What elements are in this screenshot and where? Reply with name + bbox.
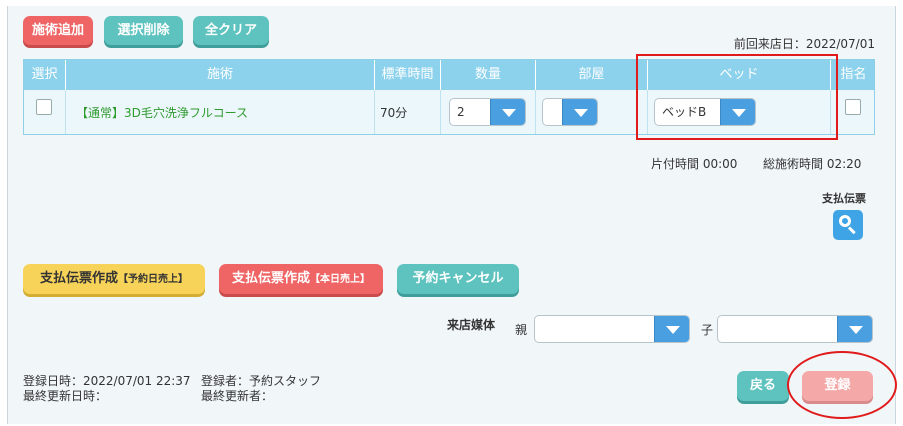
row-select-checkbox[interactable] — [36, 99, 52, 115]
header-duration: 標準時間 — [375, 60, 441, 90]
cancel-reservation-button[interactable]: 予約キャンセル — [397, 264, 519, 294]
treatment-table: 選択 施術 標準時間 数量 部屋 ベッド 指名 【通常】3D毛穴洗浄フルコース … — [23, 59, 875, 135]
chevron-down-icon — [562, 99, 597, 125]
cell-duration: 70分 — [375, 90, 441, 134]
create-reserved-label: 支払伝票作成 — [39, 271, 118, 286]
cell-quantity: 2 — [441, 90, 536, 134]
quantity-value: 2 — [457, 105, 465, 119]
create-today-sub: 【本日売上】 — [310, 274, 370, 285]
bed-value: ベッドB — [662, 105, 707, 119]
table-header: 選択 施術 標準時間 数量 部屋 ベッド 指名 — [24, 60, 874, 90]
duration-value: 70分 — [380, 106, 408, 120]
chevron-down-icon — [490, 99, 525, 125]
search-icon-handle — [847, 226, 856, 235]
search-icon — [839, 215, 851, 227]
room-select[interactable] — [542, 98, 598, 126]
quantity-select[interactable]: 2 — [449, 98, 526, 126]
create-today-label: 支払伝票作成 — [231, 271, 310, 286]
chevron-down-icon — [837, 316, 872, 342]
media-child-label: 子 — [701, 323, 714, 337]
cell-nominate — [831, 90, 876, 134]
add-treatment-button[interactable]: 施術追加 — [23, 16, 93, 45]
media-parent-select[interactable] — [534, 315, 690, 343]
receipt-search-button[interactable] — [833, 210, 863, 240]
chevron-down-icon — [720, 99, 755, 125]
header-quantity: 数量 — [441, 60, 536, 90]
last-visit-date: 前回来店日：2022/07/01 — [733, 37, 875, 51]
bed-select[interactable]: ベッドB — [654, 98, 756, 126]
updated-by: 最終更新者： — [201, 389, 274, 403]
chevron-down-icon — [654, 316, 689, 342]
treatment-name[interactable]: 【通常】3D毛穴洗浄フルコース — [76, 104, 248, 121]
back-button[interactable]: 戻る — [737, 371, 789, 401]
create-reserved-sub: 【予約日売上】 — [118, 274, 188, 285]
updated-at: 最終更新日時： — [23, 389, 108, 403]
receipt-label: 支払伝票 — [822, 192, 866, 205]
register-button[interactable]: 登録 — [802, 371, 873, 401]
clear-all-button[interactable]: 全クリア — [193, 16, 269, 45]
create-receipt-reserved-button[interactable]: 支払伝票作成【予約日売上】 — [23, 264, 205, 294]
total-treatment-time: 総施術時間 02:20 — [763, 157, 862, 171]
cell-treatment: 【通常】3D毛穴洗浄フルコース — [66, 90, 375, 134]
header-select: 選択 — [24, 60, 66, 90]
header-room: 部屋 — [536, 60, 648, 90]
media-label: 来店媒体 — [447, 318, 496, 332]
media-child-select[interactable] — [717, 315, 873, 343]
media-parent-label: 親 — [515, 323, 528, 337]
delete-selected-button[interactable]: 選択削除 — [104, 16, 183, 45]
header-bed: ベッド — [648, 60, 831, 90]
create-receipt-today-button[interactable]: 支払伝票作成【本日売上】 — [219, 264, 383, 294]
cell-room — [536, 90, 648, 134]
header-treatment: 施術 — [66, 60, 375, 90]
nominate-checkbox[interactable] — [845, 99, 861, 115]
table-row: 【通常】3D毛穴洗浄フルコース 70分 2 ベッドB — [24, 90, 874, 134]
cell-select — [24, 90, 66, 134]
cleanup-time: 片付時間 00:00 — [651, 157, 738, 171]
cell-bed: ベッドB — [648, 90, 831, 134]
header-nominate: 指名 — [840, 67, 867, 82]
